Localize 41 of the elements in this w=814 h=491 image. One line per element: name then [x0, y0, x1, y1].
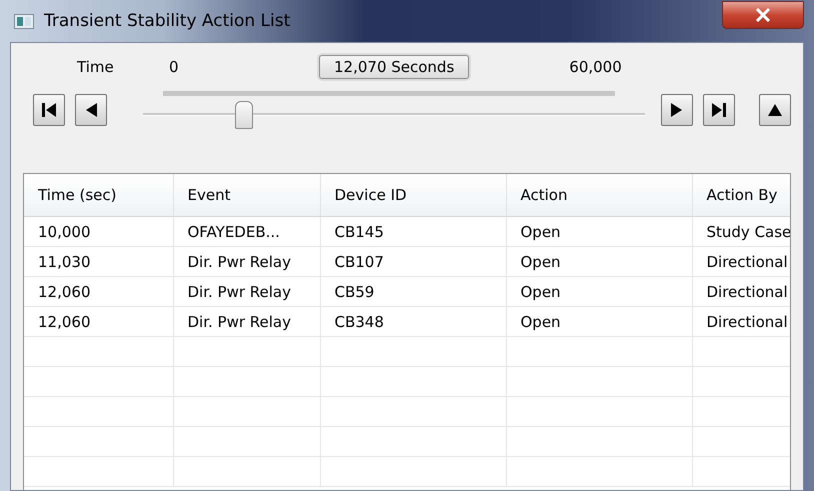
table-cell: Open — [506, 216, 692, 246]
table-cell: Open — [506, 246, 692, 276]
current-time-display: 12,070 Seconds — [319, 55, 470, 79]
collapse-button[interactable] — [759, 94, 791, 126]
up-arrow-icon — [767, 102, 783, 118]
skip-icon — [711, 102, 727, 118]
next-button[interactable] — [661, 94, 693, 126]
column-header[interactable]: Event — [173, 174, 320, 216]
column-header[interactable]: Device ID — [320, 174, 506, 216]
table-cell: CB348 — [320, 306, 506, 336]
column-header[interactable]: Action By — [692, 174, 790, 216]
previous-button[interactable] — [75, 94, 107, 126]
close-button[interactable] — [722, 1, 804, 29]
table-cell: Open — [506, 276, 692, 306]
max-value: 60,000 — [569, 58, 622, 76]
table-cell: Directional — [692, 306, 790, 336]
table-cell: Dir. Pwr Relay — [173, 246, 320, 276]
table-cell: 12,060 — [24, 306, 173, 336]
column-header[interactable]: Action — [506, 174, 692, 216]
min-value: 0 — [169, 58, 180, 76]
time-label: Time — [76, 58, 115, 76]
column-header[interactable]: Time (sec) — [24, 174, 173, 216]
first-button[interactable] — [33, 94, 65, 126]
table-cell: Directional — [692, 246, 790, 276]
window-icon — [14, 14, 34, 28]
table-cell: CB145 — [320, 216, 506, 246]
table-cell: 11,030 — [24, 246, 173, 276]
table-cell: OFAYEDEB... — [173, 216, 320, 246]
last-button[interactable] — [703, 94, 735, 126]
table-cell: Dir. Pwr Relay — [173, 306, 320, 336]
close-icon — [755, 8, 771, 22]
table-cell: 12,060 — [24, 276, 173, 306]
table-cell: Open — [506, 306, 692, 336]
slider-thumb[interactable] — [235, 101, 254, 129]
table-cell: CB107 — [320, 246, 506, 276]
table-cell: 10,000 — [24, 216, 173, 246]
table-cell: Directional — [692, 276, 790, 306]
window-title: Transient Stability Action List — [44, 11, 292, 31]
table-cell: Dir. Pwr Relay — [173, 276, 320, 306]
table-cell: CB59 — [320, 276, 506, 306]
skip-icon — [41, 102, 57, 118]
